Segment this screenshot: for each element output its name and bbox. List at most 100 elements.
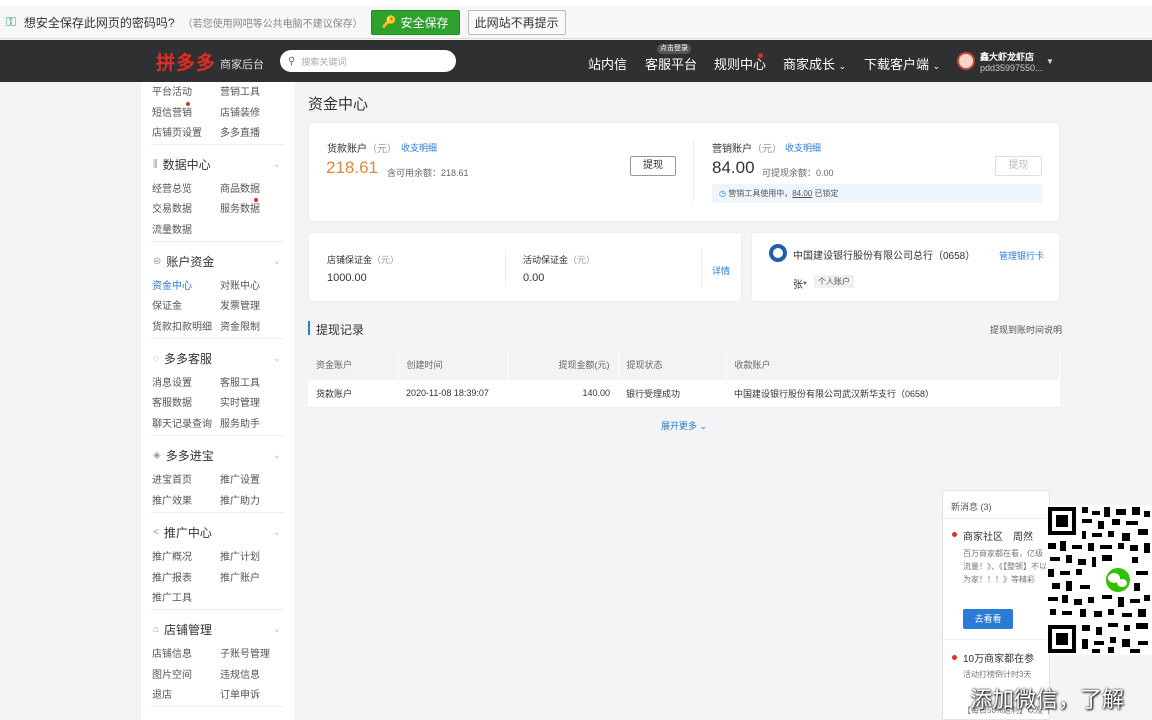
sidebar-item-promo-boost[interactable]: 推广助力 xyxy=(220,492,260,507)
sidebar-group-jinbao[interactable]: ◈ 多多进宝 ⌄ xyxy=(153,447,281,464)
sidebar-item-realtime[interactable]: 实时管理 xyxy=(220,394,260,409)
group-title: 店铺管理 xyxy=(164,623,213,637)
sidebar-group-data-center[interactable]: ⫼ 数据中心 ⌄ xyxy=(153,156,281,173)
sidebar-item-page-settings[interactable]: 店铺页设置 xyxy=(152,124,202,139)
marketing-withdraw-button[interactable]: 提现 xyxy=(995,156,1042,176)
sidebar-item-deposit[interactable]: 保证金 xyxy=(152,297,182,312)
share-icon: < xyxy=(153,527,159,538)
goods-available-balance: 含可用余额：218.61 xyxy=(387,168,469,178)
store-avatar[interactable] xyxy=(957,52,975,70)
sidebar-item-subaccount[interactable]: 子账号管理 xyxy=(220,645,270,660)
store-icon: ⌂ xyxy=(153,624,160,635)
marketing-account-details-link[interactable]: 收支明细 xyxy=(785,141,821,154)
sidebar-item-chat-history[interactable]: 聊天记录查询 xyxy=(152,415,212,430)
group-title: 推广中心 xyxy=(163,526,212,540)
sidebar-item-sms[interactable]: 短信营销 xyxy=(152,104,192,119)
key-icon: 🔑 xyxy=(381,15,397,29)
arrival-time-link[interactable]: 提现到账时间说明 xyxy=(990,323,1062,336)
divider xyxy=(151,338,284,339)
nav-merchant-growth[interactable]: 商家成长 ⌄ xyxy=(783,54,846,73)
deposit-details-link[interactable]: 详情 xyxy=(712,264,730,277)
sidebar-item-image-space[interactable]: 图片空间 xyxy=(152,666,192,681)
chevron-down-icon: ⌄ xyxy=(273,256,281,266)
notification-dot xyxy=(758,53,763,58)
save-password-button[interactable]: 🔑 安全保存 xyxy=(370,9,460,35)
sidebar-item-cs-data[interactable]: 客服数据 xyxy=(152,394,192,409)
view-button[interactable]: 去看看 xyxy=(963,609,1013,629)
goods-account-details-link[interactable]: 收支明细 xyxy=(401,141,437,154)
sidebar-item-platform-activity[interactable]: 平台活动 xyxy=(152,83,192,98)
save-password-label: 安全保存 xyxy=(400,15,449,30)
cell-payee: 中国建设银行股份有限公司武汉新华支行（0658） xyxy=(726,380,1060,408)
sidebar-item-product-data[interactable]: 商品数据 xyxy=(220,180,260,195)
caret-down-icon[interactable]: ▼ xyxy=(1046,57,1054,66)
sidebar-item-promo-report[interactable]: 推广报表 xyxy=(152,569,192,584)
unit-label: （元） xyxy=(372,255,400,265)
sidebar-item-overview[interactable]: 经营总览 xyxy=(152,180,192,195)
sidebar-item-promo-effect[interactable]: 推广效果 xyxy=(152,492,192,507)
sidebar-item-promo-tools[interactable]: 推广工具 xyxy=(152,589,192,604)
sidebar-item-reconciliation[interactable]: 对账中心 xyxy=(220,277,260,292)
chevron-down-icon: ⌄ xyxy=(273,159,281,169)
section-marker xyxy=(308,321,310,335)
nav-download-client[interactable]: 下载客户端 ⌄ xyxy=(864,54,940,73)
unread-dot xyxy=(952,655,957,660)
sidebar-item-promo-overview[interactable]: 推广概况 xyxy=(152,548,192,563)
logo[interactable]: 拼多多 xyxy=(156,48,216,75)
activity-deposit-value: 0.00 xyxy=(523,272,545,284)
account-type-badge: 个人账户 xyxy=(814,275,854,288)
sidebar-item-cs-tools[interactable]: 客服工具 xyxy=(220,374,260,389)
sidebar-item-promo-settings[interactable]: 推广设置 xyxy=(220,471,260,486)
sidebar-item-service-assistant[interactable]: 服务助手 xyxy=(220,415,260,430)
sidebar-item-promo-account[interactable]: 推广账户 xyxy=(220,569,260,584)
sidebar-item-invoice[interactable]: 发票管理 xyxy=(220,297,260,312)
sidebar-item-service-data[interactable]: 服务数据 xyxy=(220,200,260,215)
message-body: 百万商家都在看，亿级流量！》、《【整顿】不以为家！！！》等精彩 xyxy=(963,549,1047,584)
message-title[interactable]: 商家社区 周然 xyxy=(963,528,1033,543)
store-name[interactable]: 鑫大虾龙虾店 xyxy=(980,50,1034,63)
expand-more-link[interactable]: 展开更多 ⌄ xyxy=(661,419,707,432)
message-title[interactable]: 10万商家都在参 xyxy=(963,650,1034,665)
expand-more-label: 展开更多 xyxy=(661,421,698,431)
sidebar-item-deduction-details[interactable]: 货款扣款明细 xyxy=(152,318,212,333)
sidebar-item-jinbao-home[interactable]: 进宝首页 xyxy=(152,471,192,486)
divider xyxy=(151,144,284,145)
chevron-down-icon: ⌄ xyxy=(273,527,281,537)
cell-amount: 140.00 xyxy=(508,380,618,408)
sidebar-group-account-funds[interactable]: ⊜ 账户资金 ⌄ xyxy=(153,253,281,270)
sidebar-item-message-settings[interactable]: 消息设置 xyxy=(152,374,192,389)
sidebar-group-promotion-center[interactable]: < 推广中心 ⌄ xyxy=(153,524,281,541)
manage-bank-card-link[interactable]: 管理银行卡 xyxy=(999,249,1044,262)
sidebar-group-customer-service[interactable]: ◌ 多多客服 ⌄ xyxy=(153,350,281,367)
bar-chart-icon: ⫼ xyxy=(153,159,158,170)
nav-inbox[interactable]: 站内信 xyxy=(588,54,627,73)
marketing-account-label: 营销账户（元） xyxy=(712,140,782,155)
sidebar-item-fund-center[interactable]: 资金中心 xyxy=(152,277,192,292)
sidebar-item-live[interactable]: 多多直播 xyxy=(220,124,260,139)
activity-deposit-label: 活动保证金（元） xyxy=(523,253,595,266)
divider xyxy=(151,241,284,242)
sidebar-item-fund-limit[interactable]: 资金限制 xyxy=(220,318,260,333)
sidebar-item-order-appeal[interactable]: 订单申诉 xyxy=(220,686,260,701)
key-icon: ⚿ xyxy=(6,14,16,29)
sidebar-item-decoration[interactable]: 店铺装修 xyxy=(220,104,260,119)
sidebar-item-trade-data[interactable]: 交易数据 xyxy=(152,200,192,215)
sidebar-group-store-management[interactable]: ⌂ 店铺管理 ⌄ xyxy=(153,621,281,638)
goods-withdraw-button[interactable]: 提现 xyxy=(630,156,676,176)
sidebar-item-store-info[interactable]: 店铺信息 xyxy=(152,645,192,660)
group-title: 账户资金 xyxy=(166,255,215,269)
sidebar-item-close-store[interactable]: 退店 xyxy=(152,686,172,701)
sidebar-item-traffic-data[interactable]: 流量数据 xyxy=(152,221,192,236)
sidebar-item-marketing-tools[interactable]: 营销工具 xyxy=(220,83,260,98)
sidebar-item-promo-plan[interactable]: 推广计划 xyxy=(220,548,260,563)
account-holder: 张* xyxy=(793,280,807,291)
column-header: 创建时间 xyxy=(398,349,509,380)
column-header: 资金账户 xyxy=(308,349,399,380)
chevron-down-icon: ⌄ xyxy=(699,421,708,431)
locked-notice-text: 营销工具使用中， xyxy=(728,189,793,198)
nav-customer-service[interactable]: 客服平台 xyxy=(645,54,697,73)
never-prompt-button[interactable]: 此网站不再提示 xyxy=(467,9,566,35)
qr-code-image xyxy=(1046,505,1152,655)
sidebar-item-violations[interactable]: 违规信息 xyxy=(220,666,260,681)
search-input[interactable]: ⚲ 搜索关键词 xyxy=(280,50,457,72)
